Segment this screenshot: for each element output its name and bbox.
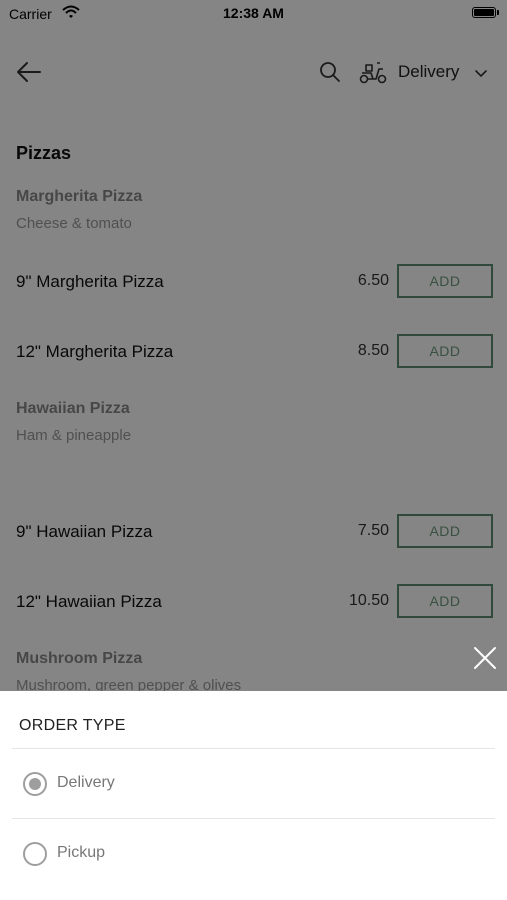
menu-screen: Carrier 12:38 AM Delivery Pizzas Margher… bbox=[0, 0, 507, 900]
order-type-sheet: ORDER TYPE Delivery Pickup bbox=[0, 691, 507, 900]
option-label: Pickup bbox=[57, 844, 106, 861]
divider bbox=[12, 748, 495, 749]
divider bbox=[12, 818, 495, 819]
close-icon[interactable] bbox=[472, 645, 498, 671]
radio-dot bbox=[29, 778, 41, 790]
option-delivery[interactable]: Delivery bbox=[0, 754, 507, 814]
radio-selected-icon[interactable] bbox=[23, 772, 47, 796]
option-label: Delivery bbox=[57, 774, 115, 791]
option-pickup[interactable]: Pickup bbox=[0, 824, 507, 884]
sheet-title: ORDER TYPE bbox=[19, 717, 126, 734]
radio-unselected-icon[interactable] bbox=[23, 842, 47, 866]
